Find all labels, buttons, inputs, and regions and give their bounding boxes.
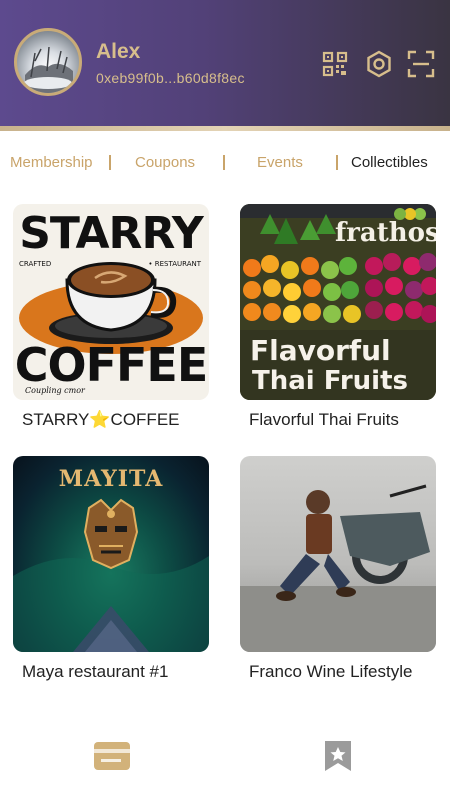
fruits-brand: frathos — [335, 218, 436, 248]
bottom-nav — [0, 730, 450, 790]
collectible-title: STARRY⭐COFFEE — [22, 410, 180, 429]
tab-membership[interactable]: Membership — [10, 154, 93, 171]
tab-coupons[interactable]: Coupons — [135, 154, 195, 171]
collectible-card[interactable]: MAYITA Maya restaurant #1 — [13, 456, 209, 681]
coffee-sub-left: CRAFTED — [19, 260, 52, 268]
qr-code-icon[interactable] — [321, 50, 349, 78]
fruits-title-line2: Thai Fruits — [252, 366, 408, 396]
tab-separator — [109, 155, 111, 170]
scan-icon[interactable] — [407, 50, 435, 78]
coffee-sub-right: • RESTAURANT — [148, 260, 201, 268]
collectible-card[interactable]: Franco Wine Lifestyle — [240, 456, 436, 681]
header-divider — [0, 126, 450, 131]
collectible-card[interactable]: STARRY CRAFTED • RESTAURANT COFFEE Coupl… — [13, 204, 209, 429]
bookmark-star-icon[interactable] — [318, 736, 358, 776]
user-name: Alex — [96, 40, 141, 63]
collectible-title: Franco Wine Lifestyle — [249, 662, 413, 681]
collectible-card[interactable]: frathos Flavorful Thai Fruits Flavorful … — [240, 204, 436, 429]
collectible-image[interactable]: STARRY CRAFTED • RESTAURANT COFFEE Coupl… — [13, 204, 209, 400]
settings-icon[interactable] — [365, 50, 393, 78]
collectible-title: Maya restaurant #1 — [22, 662, 169, 681]
coffee-script-text: Coupling cmor — [25, 386, 85, 395]
collectible-image[interactable]: MAYITA — [13, 456, 209, 652]
coffee-title-line1: STARRY — [19, 208, 204, 259]
collectible-image[interactable]: frathos Flavorful Thai Fruits — [240, 204, 436, 400]
category-tabs: Membership Coupons Events Collectibles — [0, 146, 450, 180]
profile-header: Alex 0xeb99f0b...b60d8f8ec — [0, 0, 450, 126]
tab-collectibles[interactable]: Collectibles — [351, 154, 428, 171]
tab-separator — [223, 155, 225, 170]
tab-events[interactable]: Events — [257, 154, 303, 171]
collectible-image[interactable] — [240, 456, 436, 652]
wallet-icon[interactable] — [92, 736, 132, 776]
wallet-address[interactable]: 0xeb99f0b...b60d8f8ec — [96, 70, 245, 86]
avatar[interactable] — [14, 28, 82, 96]
collectible-title: Flavorful Thai Fruits — [249, 410, 399, 429]
coffee-title-line2: COFFEE — [14, 338, 209, 392]
fruits-title-line1: Flavorful — [250, 334, 391, 367]
tab-separator — [336, 155, 338, 170]
avatar-image — [24, 46, 73, 93]
